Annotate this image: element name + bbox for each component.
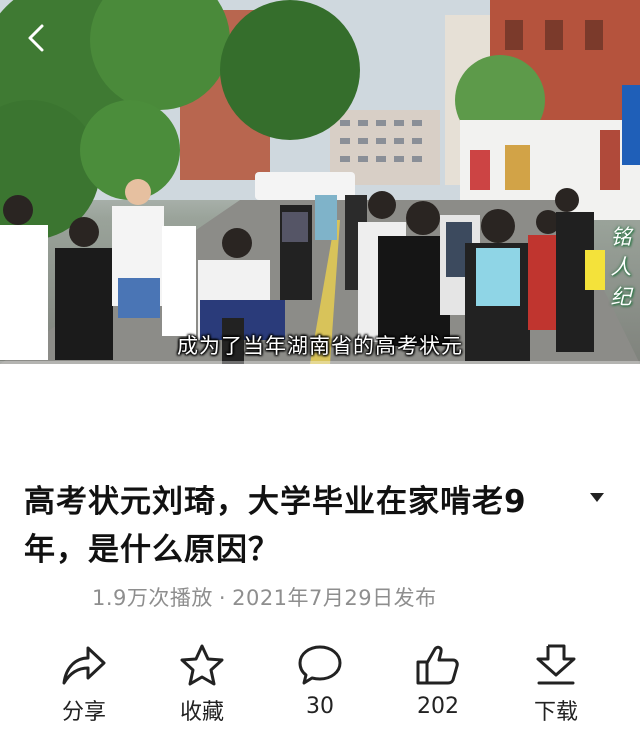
comment-bubble-icon — [298, 645, 342, 685]
meta-separator: · — [218, 586, 227, 610]
like-button[interactable]: 202 — [388, 640, 488, 730]
video-title: 高考状元刘琦，大学毕业在家啃老9年，是什么原因？ — [24, 484, 527, 568]
caret-down-icon — [590, 493, 604, 502]
video-frame — [0, 0, 640, 364]
video-player[interactable]: 成为了当年湖南省的高考状元 铭人纪 — [0, 0, 640, 364]
video-subtitle: 成为了当年湖南省的高考状元 — [177, 334, 463, 358]
thumbs-up-icon — [416, 645, 459, 685]
download-button[interactable]: 下载 — [506, 640, 606, 730]
video-meta: 1.9万次播放 · 2021年7月29日发布 — [92, 582, 437, 612]
likes-count: 202 — [417, 694, 459, 719]
chevron-left-icon — [28, 24, 44, 52]
share-arrow-icon — [62, 646, 106, 685]
publish-date: 2021年7月29日发布 — [232, 586, 437, 610]
video-progress-bar[interactable] — [0, 361, 640, 364]
back-button[interactable] — [18, 18, 54, 58]
share-button[interactable]: 分享 — [34, 640, 134, 730]
favorite-label: 收藏 — [179, 700, 224, 725]
channel-watermark: 铭人纪 — [610, 225, 632, 309]
expand-description-button[interactable] — [586, 490, 608, 506]
star-icon — [180, 644, 224, 686]
share-label: 分享 — [61, 700, 106, 725]
favorite-button[interactable]: 收藏 — [152, 640, 252, 730]
action-bar: 分享 收藏 30 202 下载 — [0, 640, 640, 730]
comments-count: 30 — [306, 694, 334, 719]
download-icon — [536, 644, 576, 685]
download-label: 下载 — [533, 700, 578, 725]
view-count: 1.9万次播放 — [92, 586, 213, 610]
comments-button[interactable]: 30 — [270, 640, 370, 730]
video-info: 高考状元刘琦，大学毕业在家啃老9年，是什么原因？ — [24, 478, 584, 574]
